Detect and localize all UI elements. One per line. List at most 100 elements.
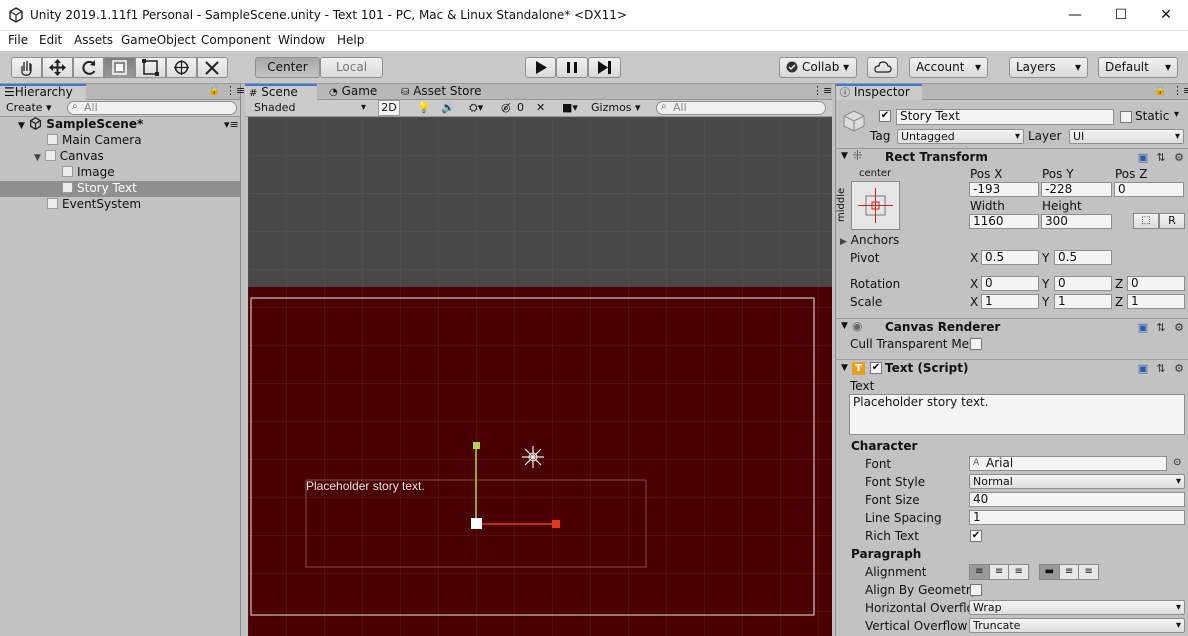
pivot-x-field[interactable]: 0.5 bbox=[981, 250, 1039, 265]
menu-window[interactable]: Window bbox=[278, 33, 325, 47]
line-spacing-field[interactable]: 1 bbox=[969, 510, 1185, 525]
static-checkbox[interactable] bbox=[1120, 111, 1132, 123]
pivot-local-button[interactable]: Local bbox=[320, 57, 383, 78]
gear-icon[interactable]: ⚙ bbox=[1173, 363, 1185, 375]
hierarchy-search-input[interactable]: ⌕ All bbox=[67, 101, 237, 115]
cloud-button[interactable] bbox=[867, 57, 898, 78]
lock-icon[interactable]: 🔒 bbox=[208, 85, 220, 96]
h-overflow-dropdown[interactable]: Wrap bbox=[969, 600, 1185, 615]
hand-tool-button[interactable] bbox=[11, 57, 42, 78]
hierarchy-item-main-camera[interactable]: Main Camera bbox=[0, 133, 240, 149]
collapse-arrow-icon[interactable]: ▼ bbox=[841, 321, 848, 331]
help-book-icon[interactable]: ▣ bbox=[1137, 363, 1149, 375]
help-book-icon[interactable]: ▣ bbox=[1137, 322, 1149, 334]
camera-icon[interactable]: ■▾ bbox=[562, 101, 578, 114]
tab-hierarchy[interactable]: ☰Hierarchy bbox=[0, 84, 86, 100]
menu-edit[interactable]: Edit bbox=[39, 33, 62, 47]
anchor-presets-button[interactable] bbox=[851, 181, 900, 230]
hierarchy-item-canvas[interactable]: ▼ Canvas bbox=[0, 149, 240, 165]
align-top-icon[interactable]: ▬ bbox=[1040, 565, 1059, 579]
tab-scene[interactable]: # Scene bbox=[245, 84, 317, 100]
2d-toggle[interactable]: 2D bbox=[378, 100, 400, 116]
blueprint-mode-button[interactable]: ⬚ bbox=[1133, 213, 1159, 229]
tag-dropdown[interactable]: Untagged bbox=[897, 129, 1024, 144]
font-field[interactable]: A Arial bbox=[969, 456, 1167, 471]
hierarchy-item-image[interactable]: Image bbox=[0, 165, 240, 181]
layer-dropdown[interactable]: UI bbox=[1069, 129, 1184, 144]
expand-arrow-icon[interactable]: ▼ bbox=[18, 121, 25, 131]
scene-search-input[interactable]: ⌕ All bbox=[656, 101, 826, 115]
menu-component[interactable]: Component bbox=[201, 33, 271, 47]
pivot-center-button[interactable]: Center bbox=[255, 57, 320, 78]
audio-icon[interactable]: 🔊 bbox=[441, 101, 455, 114]
gear-icon[interactable]: ⚙ bbox=[1173, 322, 1185, 334]
scene-root[interactable]: ▼ SampleScene* ▾≡ bbox=[0, 117, 240, 133]
play-button[interactable] bbox=[525, 57, 556, 78]
anchors-foldout[interactable]: ▶ Anchors bbox=[840, 233, 899, 247]
menu-assets[interactable]: Assets bbox=[74, 33, 113, 47]
collapse-arrow-icon[interactable]: ▼ bbox=[841, 363, 848, 373]
tools-toggle-icon[interactable]: ✕ bbox=[536, 101, 545, 114]
scale-tool-button[interactable] bbox=[104, 57, 135, 78]
scale-y-field[interactable]: 1 bbox=[1054, 294, 1112, 309]
raw-edit-button[interactable]: R bbox=[1159, 213, 1185, 229]
transform-tool-button[interactable] bbox=[166, 57, 197, 78]
scale-x-field[interactable]: 1 bbox=[981, 294, 1039, 309]
rich-text-checkbox[interactable]: ✔ bbox=[970, 530, 982, 542]
panel-menu-icon[interactable]: ⋮≡ bbox=[1172, 84, 1188, 97]
rotation-x-field[interactable]: 0 bbox=[981, 276, 1039, 291]
tab-game[interactable]: ◔ Game bbox=[325, 84, 395, 100]
scene-menu-icon[interactable]: ▾≡ bbox=[224, 117, 239, 132]
expand-arrow-icon[interactable]: ▼ bbox=[34, 153, 41, 163]
maximize-button[interactable]: ☐ bbox=[1098, 0, 1144, 31]
align-bottom-icon[interactable]: ≡ bbox=[1078, 565, 1098, 579]
font-size-field[interactable]: 40 bbox=[969, 492, 1185, 507]
active-checkbox[interactable]: ✔ bbox=[879, 110, 891, 122]
hierarchy-item-story-text[interactable]: Story Text bbox=[0, 181, 240, 197]
layers-dropdown[interactable]: Layers ▾ bbox=[1009, 57, 1088, 78]
preset-icon[interactable]: ⇅ bbox=[1155, 322, 1167, 334]
custom-tool-button[interactable] bbox=[197, 57, 228, 78]
lock-icon[interactable]: 🔒 bbox=[1154, 85, 1166, 96]
align-center-icon[interactable]: ≡ bbox=[988, 565, 1009, 579]
text-enabled-checkbox[interactable]: ✔ bbox=[870, 362, 882, 374]
help-book-icon[interactable]: ▣ bbox=[1137, 152, 1149, 164]
gizmos-dropdown[interactable]: Gizmos ▾ bbox=[591, 101, 641, 114]
step-button[interactable] bbox=[588, 57, 621, 78]
pos-z-field[interactable]: 0 bbox=[1114, 182, 1184, 197]
close-button[interactable]: ✕ bbox=[1143, 0, 1188, 31]
rect-tool-button[interactable] bbox=[135, 57, 166, 78]
move-tool-button[interactable] bbox=[42, 57, 73, 78]
layout-dropdown[interactable]: Default ▾ bbox=[1098, 57, 1178, 78]
object-name-input[interactable]: Story Text bbox=[896, 109, 1114, 125]
collab-button[interactable]: Collab ▾ bbox=[779, 57, 857, 78]
rotation-z-field[interactable]: 0 bbox=[1127, 276, 1185, 291]
pivot-y-field[interactable]: 0.5 bbox=[1054, 250, 1112, 265]
cull-transparent-checkbox[interactable] bbox=[970, 338, 982, 350]
text-script-header[interactable]: ▼ T ✔ Text (Script) ▣ ⇅ ⚙ bbox=[835, 359, 1188, 376]
gear-icon[interactable]: ⚙ bbox=[1173, 152, 1185, 164]
pause-button[interactable] bbox=[556, 57, 588, 78]
pos-x-field[interactable]: -193 bbox=[969, 182, 1039, 197]
menu-file[interactable]: File bbox=[8, 33, 28, 47]
create-dropdown[interactable]: Create ▾ bbox=[6, 101, 52, 116]
preset-icon[interactable]: ⇅ bbox=[1155, 363, 1167, 375]
rect-transform-header[interactable]: ▼ ⁜ Rect Transform ▣ ⇅ ⚙ bbox=[835, 148, 1188, 165]
object-picker-icon[interactable]: ⊙ bbox=[1173, 457, 1181, 468]
v-overflow-dropdown[interactable]: Truncate bbox=[969, 618, 1185, 633]
width-field[interactable]: 1160 bbox=[969, 214, 1039, 229]
lighting-icon[interactable]: 💡 bbox=[417, 101, 431, 114]
height-field[interactable]: 300 bbox=[1041, 214, 1112, 229]
menu-gameobject[interactable]: GameObject bbox=[121, 33, 196, 47]
pos-y-field[interactable]: -228 bbox=[1041, 182, 1112, 197]
hidden-objects-icon[interactable]: ◎̸ bbox=[501, 101, 511, 114]
shading-dropdown[interactable]: Shaded bbox=[251, 101, 369, 116]
scale-z-field[interactable]: 1 bbox=[1127, 294, 1185, 309]
tab-asset-store[interactable]: ⛁ Asset Store bbox=[397, 84, 487, 100]
panel-menu-icon[interactable]: ⋮≡ bbox=[812, 84, 832, 97]
collapse-arrow-icon[interactable]: ▼ bbox=[841, 151, 848, 161]
static-dropdown-icon[interactable]: ▾ bbox=[1174, 109, 1179, 120]
effects-icon[interactable]: ⛭▾ bbox=[469, 101, 483, 115]
align-middle-icon[interactable]: ≡ bbox=[1058, 565, 1079, 579]
scene-viewport[interactable]: Placeholder story text. bbox=[248, 117, 832, 636]
